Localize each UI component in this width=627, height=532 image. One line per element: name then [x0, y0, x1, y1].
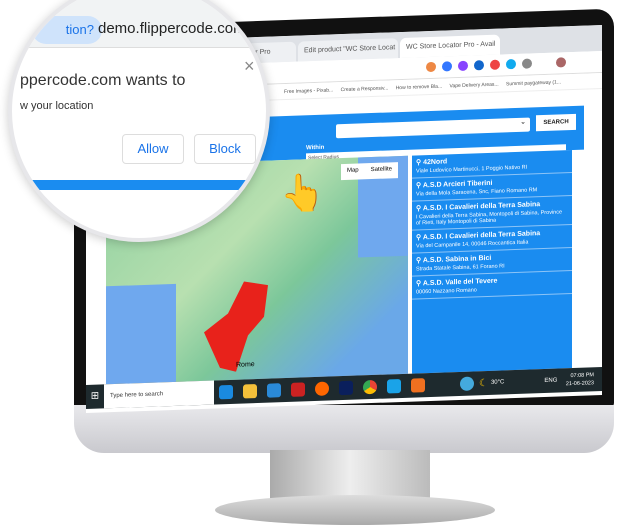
- permission-title: ppercode.com wants to: [20, 72, 186, 89]
- map-type-control: Map Satellite: [340, 162, 398, 181]
- skype-icon[interactable]: [387, 379, 401, 394]
- avatar[interactable]: [556, 57, 566, 68]
- map-pin-icon: ⚲: [416, 159, 422, 167]
- chevron-down-icon: ⌄: [520, 118, 526, 126]
- mail-icon[interactable]: [267, 383, 281, 398]
- map-pin-icon: ⚲: [416, 234, 422, 242]
- satellite-button[interactable]: Satellite: [365, 162, 398, 179]
- url-bar[interactable]: tion? demo.flippercode.com/: [12, 0, 266, 48]
- monitor-chin: [74, 405, 614, 453]
- store-name: A.S.D. Valle del Tevere: [422, 277, 498, 288]
- extension-icon[interactable]: [522, 58, 532, 69]
- map-pin-icon: ⚲: [416, 205, 422, 213]
- site-permission-pill[interactable]: tion?: [32, 16, 102, 44]
- language[interactable]: ENG: [544, 378, 557, 384]
- extension-icon[interactable]: [426, 61, 436, 73]
- extension-icon[interactable]: [442, 61, 452, 72]
- map-button[interactable]: Map: [341, 163, 365, 180]
- within-label: Within: [306, 144, 325, 152]
- store-name: A.S.D Arcieri Tiberini: [422, 179, 493, 190]
- block-button[interactable]: Block: [194, 134, 256, 164]
- photoshop-icon[interactable]: [339, 380, 353, 396]
- extension-icon[interactable]: [458, 60, 468, 72]
- bookmark[interactable]: How to remove Bla...: [396, 84, 442, 92]
- clock[interactable]: 07:08 PM 21-06-2023: [566, 371, 602, 388]
- bookmark[interactable]: Summit paygateway (1...: [506, 79, 561, 87]
- bookmark[interactable]: Free Images - Pixab...: [284, 87, 333, 95]
- map-pin-icon: ⚲: [416, 257, 422, 265]
- date: 21-06-2023: [565, 380, 594, 388]
- file-explorer-icon[interactable]: [243, 384, 257, 399]
- windows-start-icon[interactable]: ⊞: [86, 384, 104, 409]
- store-address: I Cavalieri della Terra Sabina, Montopol…: [416, 209, 563, 227]
- firefox-icon[interactable]: [315, 381, 329, 397]
- monitor-base: [215, 495, 495, 525]
- list-item[interactable]: ⚲ A.S.D. Valle del Tevere 00060 Nazzano R…: [412, 271, 572, 300]
- page-header-strip: [12, 180, 266, 190]
- sea-area: [106, 283, 176, 385]
- address-select[interactable]: ⌄: [336, 117, 530, 139]
- map-pin-icon: ⚲: [416, 182, 422, 190]
- permission-subtitle: w your location: [20, 100, 94, 112]
- chrome-icon[interactable]: [363, 379, 377, 395]
- extension-icon[interactable]: [506, 58, 516, 70]
- bookmark[interactable]: Vape Delivery Areas...: [449, 82, 498, 90]
- taskbar-search[interactable]: Type here to search: [104, 380, 214, 409]
- extension-icon[interactable]: [474, 60, 484, 71]
- weather-temp: 30°C: [490, 379, 505, 386]
- filezilla-icon[interactable]: [291, 382, 305, 397]
- url-text[interactable]: demo.flippercode.com/: [98, 20, 250, 37]
- extension-icon[interactable]: [490, 59, 500, 70]
- edge-icon[interactable]: [219, 384, 233, 400]
- map-pin-icon: ⚲: [416, 280, 422, 288]
- weather-app-icon[interactable]: [460, 376, 474, 391]
- store-name: A.S.D. Sabina in Bici: [422, 254, 492, 265]
- close-icon[interactable]: ×: [244, 56, 255, 77]
- city-label: Rome: [236, 361, 255, 369]
- map-pin-cluster[interactable]: [204, 280, 284, 373]
- store-name: 42Nord: [423, 158, 448, 167]
- xampp-icon[interactable]: [411, 378, 425, 393]
- search-button[interactable]: SEARCH: [536, 113, 576, 132]
- bookmark[interactable]: Create a Responsiv...: [341, 85, 389, 93]
- moon-icon: ☾: [479, 377, 488, 389]
- hand-pointer-icon: 👆: [280, 172, 325, 213]
- allow-button[interactable]: Allow: [122, 134, 184, 164]
- store-list: ⚲ 42Nord Viale Ludovico Martinucci, 1 Pog…: [412, 150, 572, 374]
